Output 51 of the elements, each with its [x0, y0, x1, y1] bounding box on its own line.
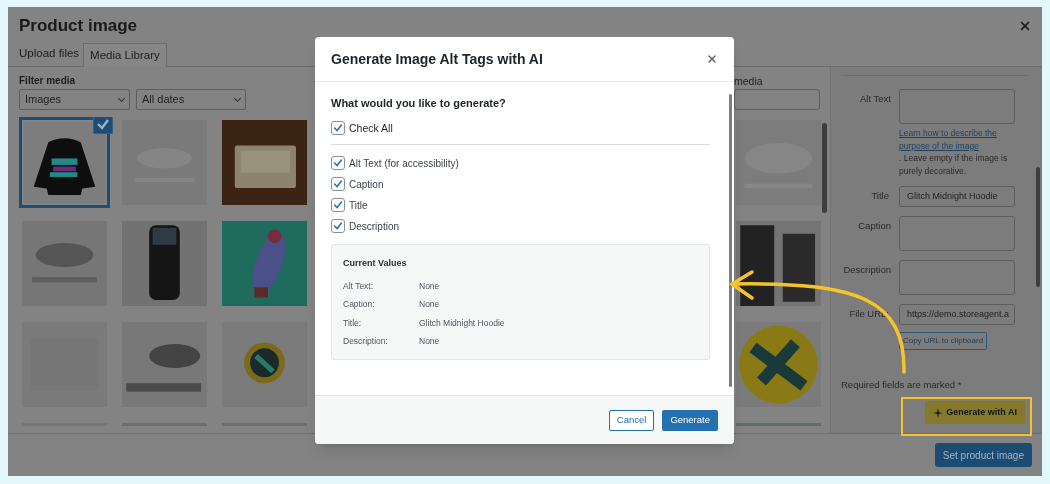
checkbox[interactable] [331, 198, 345, 213]
set-product-image-button[interactable]: Set product image [934, 443, 1032, 467]
value-text: Glitch Midnight Hoodie [419, 316, 505, 330]
check-icon[interactable] [93, 117, 113, 134]
checkbox-label: Description [349, 219, 400, 234]
generate-button[interactable]: Generate [662, 409, 718, 431]
tab[interactable]: Upload files [15, 42, 84, 66]
required-note: Required fields are marked * [841, 378, 963, 392]
value-text: None [419, 335, 440, 348]
text-area[interactable] [899, 216, 1015, 251]
value-label: Caption: [343, 298, 376, 311]
date-select[interactable]: All dates [136, 89, 246, 110]
panel-title: Current Values [343, 257, 408, 271]
field-label: Description [842, 263, 891, 277]
field-label: Title [870, 189, 889, 204]
generate-with-ai-button[interactable]: Generate with AI [925, 401, 1025, 425]
text-area[interactable] [899, 260, 1015, 295]
input-field[interactable]: https://demo.storeagent.a [899, 304, 1015, 325]
checkbox[interactable] [331, 177, 345, 192]
copy-url-button[interactable]: Copy URL to clipboard [899, 332, 987, 350]
checkbox-label: Caption [349, 177, 384, 192]
checkbox-label: Check All [349, 120, 393, 136]
value-text: None [419, 279, 440, 293]
field-label: Caption [857, 219, 891, 233]
tab[interactable]: Media Library [83, 43, 167, 67]
value-label: Title: [343, 316, 363, 330]
close-icon[interactable] [706, 53, 718, 65]
input-field[interactable]: Glitch Midnight Hoodie [899, 186, 1015, 207]
field-label: Alt Text [859, 92, 891, 106]
scrollbar[interactable] [1036, 167, 1040, 287]
help-link[interactable]: Learn how to describe the purpose of the image [899, 127, 1017, 152]
sparkle-icon [933, 407, 944, 418]
filter-label: Filter media [19, 74, 77, 88]
dialog-title: Generate Image Alt Tags with AI [331, 49, 543, 69]
type-select[interactable]: Images [19, 89, 130, 110]
value-label: Alt Text: [343, 279, 375, 293]
checkbox-label: Title [349, 198, 368, 213]
value-label: Description: [343, 335, 389, 348]
checkbox[interactable] [331, 219, 345, 234]
window-title: Product image [19, 15, 138, 38]
checkbox-label: Alt Text (for accessibility) [349, 156, 459, 171]
close-icon[interactable] [1018, 19, 1032, 33]
scrollbar[interactable] [729, 94, 732, 387]
checkbox[interactable] [331, 156, 345, 171]
dialog-question: What would you like to generate? [331, 96, 507, 111]
help-text: Learn how to describe the purpose of the image . Leave empty if the image is purely decorative. [899, 127, 1017, 177]
value-text: None [419, 298, 440, 311]
text-area[interactable] [899, 89, 1015, 124]
cancel-button[interactable]: Cancel [608, 409, 655, 431]
checkbox[interactable] [331, 121, 345, 136]
search-label: media [734, 74, 764, 88]
